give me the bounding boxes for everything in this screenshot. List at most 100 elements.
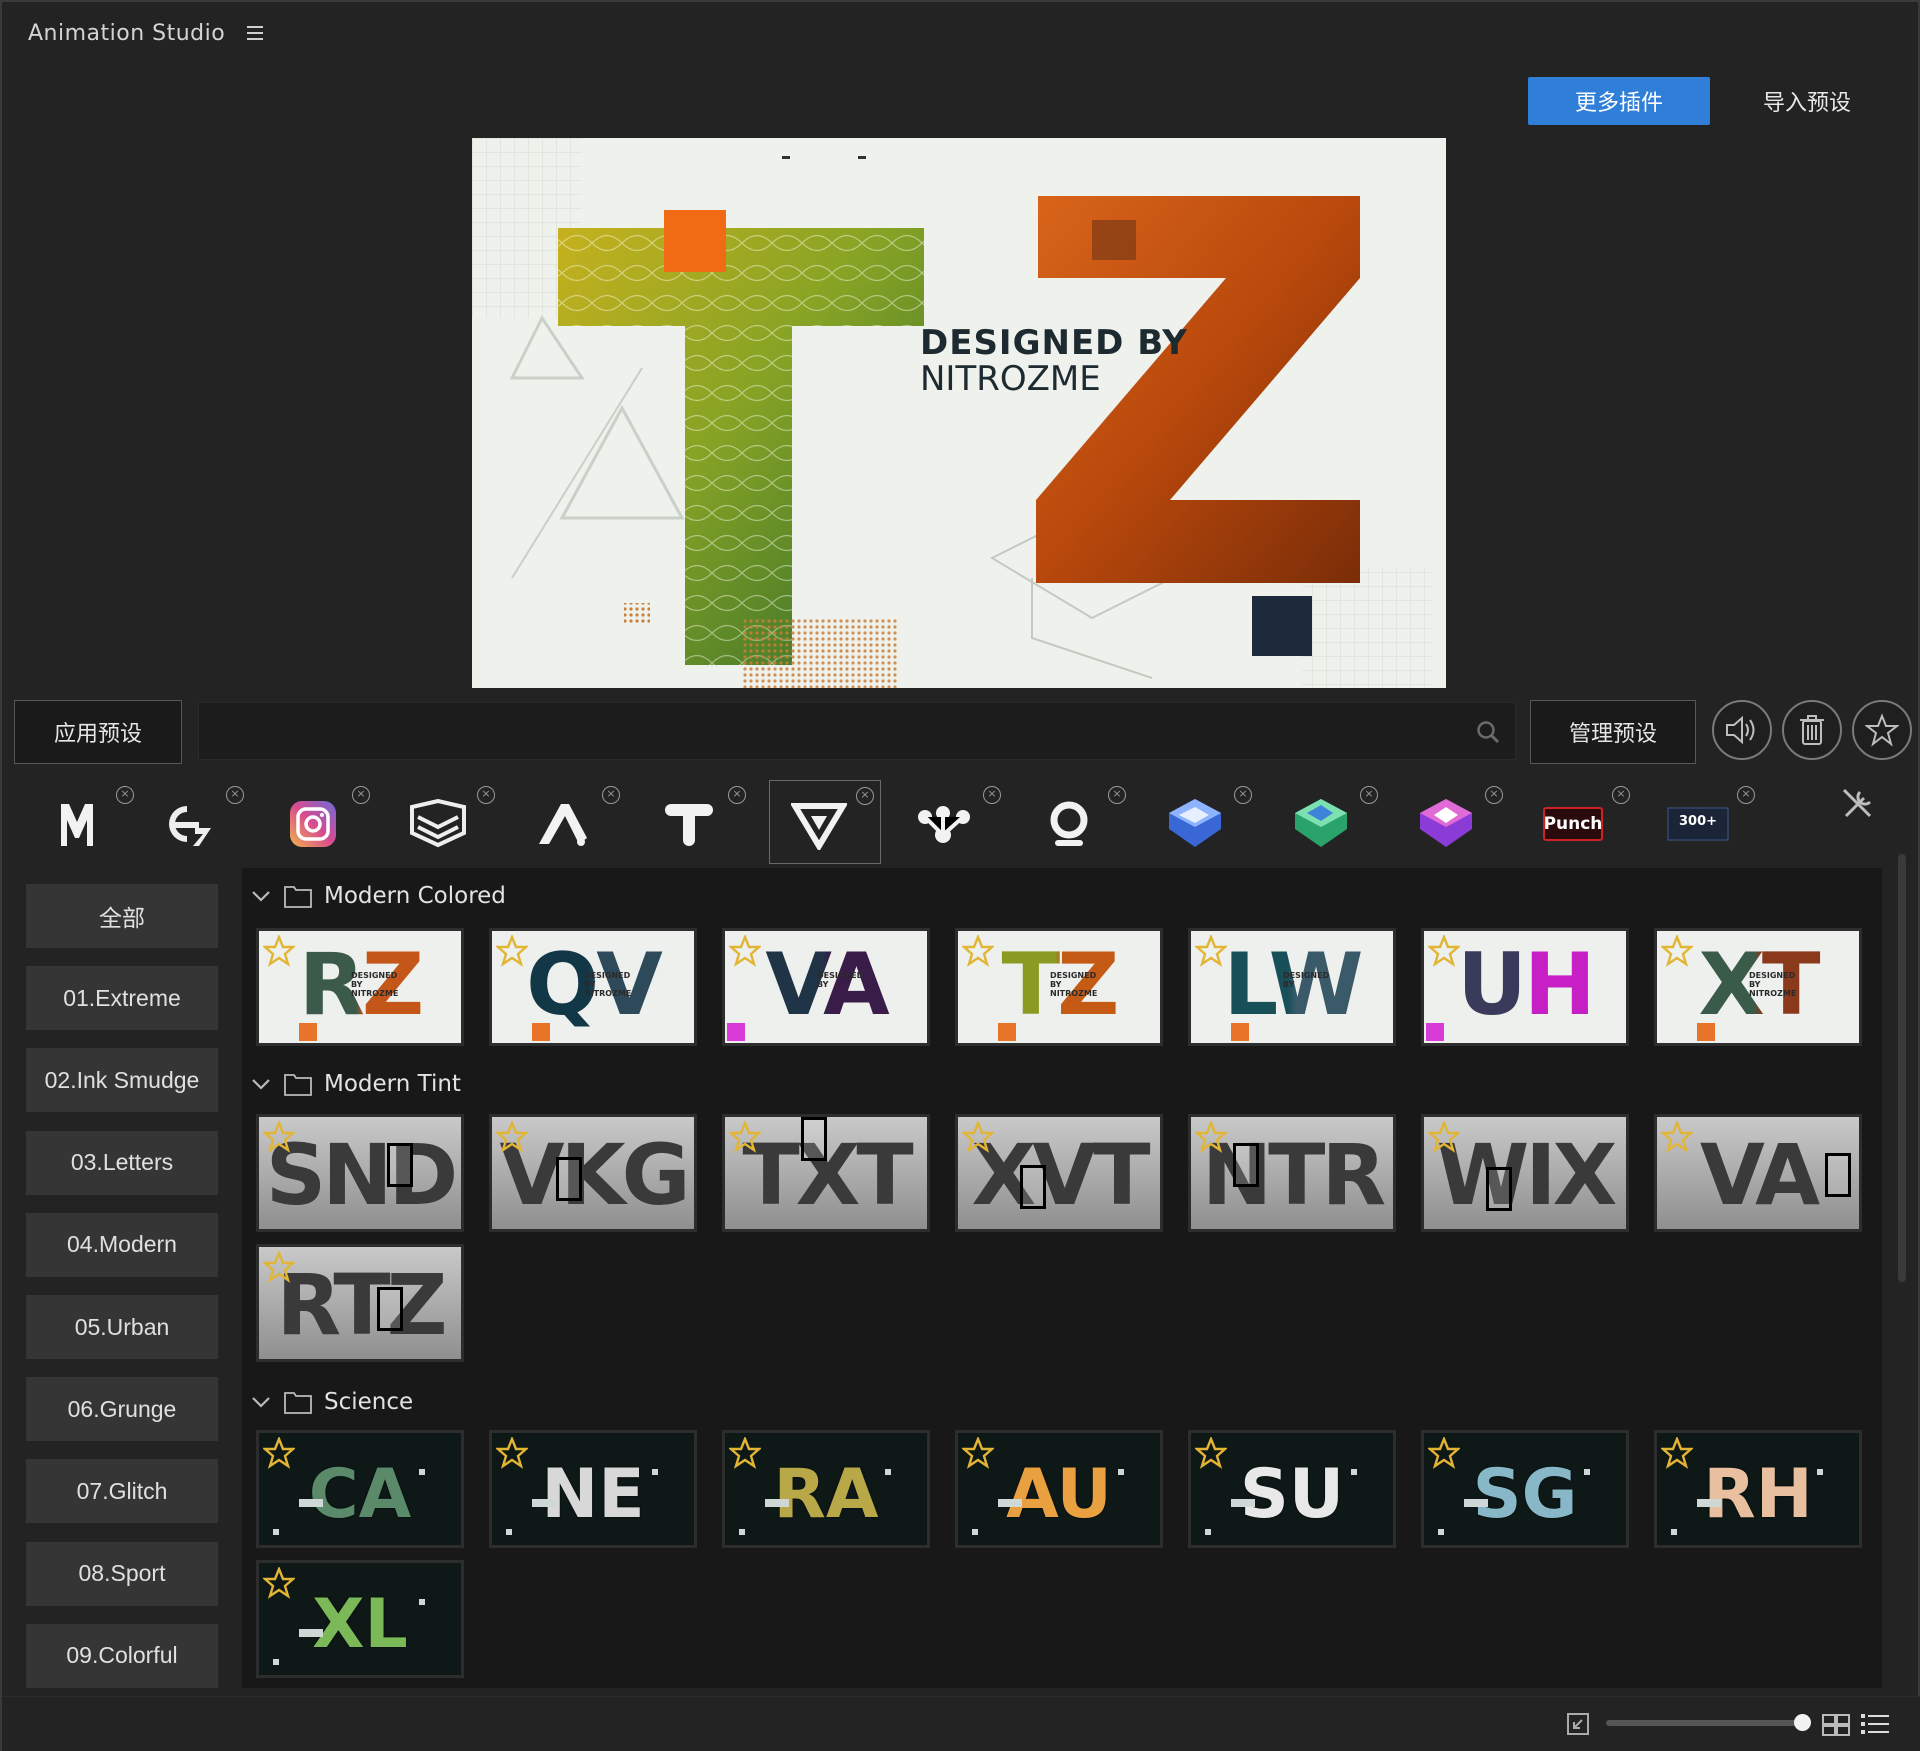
remove-plugin-icon[interactable]: ×	[1108, 786, 1126, 804]
collapse-icon[interactable]	[1566, 1712, 1590, 1736]
preset-thumbnail[interactable]: SG	[1421, 1430, 1629, 1548]
search-input[interactable]	[199, 703, 1515, 759]
favorite-star-icon[interactable]	[1659, 933, 1695, 967]
preset-thumbnail[interactable]: XVT	[955, 1114, 1163, 1232]
remove-plugin-icon[interactable]: ×	[1737, 786, 1755, 804]
remove-plugin-icon[interactable]: ×	[477, 786, 495, 804]
plugin-tab-13[interactable]: Punch ×	[1524, 780, 1636, 864]
sound-toggle-button[interactable]	[1712, 700, 1772, 760]
favorite-star-icon[interactable]	[727, 933, 763, 967]
plugin-tab-9[interactable]: ×	[1020, 780, 1132, 864]
remove-plugin-icon[interactable]: ×	[1234, 786, 1252, 804]
list-view-icon[interactable]	[1860, 1712, 1890, 1736]
favorite-star-icon[interactable]	[1659, 1435, 1695, 1469]
category-button[interactable]: 04.Modern	[26, 1212, 218, 1277]
apply-preset-button[interactable]: 应用预设	[14, 700, 182, 764]
category-button[interactable]: 08.Sport	[26, 1541, 218, 1606]
plugin-tab-6[interactable]: ×	[640, 780, 752, 864]
zoom-slider-handle[interactable]	[1794, 1714, 1811, 1731]
remove-plugin-icon[interactable]: ×	[1360, 786, 1378, 804]
category-button[interactable]: 07.Glitch	[26, 1459, 218, 1524]
remove-plugin-icon[interactable]: ×	[856, 787, 874, 805]
favorite-star-icon[interactable]	[1426, 1435, 1462, 1469]
plugin-tab-10[interactable]: ×	[1146, 780, 1258, 864]
plugin-tab-11[interactable]: ×	[1272, 780, 1384, 864]
preset-thumbnail[interactable]: SND	[256, 1114, 464, 1232]
plugin-tab-3[interactable]: ×	[264, 780, 376, 864]
favorite-star-icon[interactable]	[1193, 1119, 1229, 1153]
favorite-star-icon[interactable]	[1193, 1435, 1229, 1469]
group-header[interactable]: Science	[250, 1384, 413, 1420]
chevron-down-icon[interactable]	[250, 885, 272, 907]
preset-thumbnail[interactable]: RA	[722, 1430, 930, 1548]
favorite-button[interactable]	[1852, 700, 1912, 760]
favorite-star-icon[interactable]	[494, 1119, 530, 1153]
delete-button[interactable]	[1782, 700, 1842, 760]
preset-thumbnail[interactable]: DESIGNED BY NITROZME QV	[489, 928, 697, 1046]
favorite-star-icon[interactable]	[727, 1119, 763, 1153]
preset-thumbnail[interactable]: RH	[1654, 1430, 1862, 1548]
remove-plugin-icon[interactable]: ×	[1485, 786, 1503, 804]
category-button[interactable]: 02.Ink Smudge	[26, 1048, 218, 1113]
remove-plugin-icon[interactable]: ×	[116, 786, 134, 804]
favorite-star-icon[interactable]	[261, 1565, 297, 1599]
menu-hamburger-icon[interactable]	[247, 26, 264, 40]
favorite-star-icon[interactable]	[960, 1119, 996, 1153]
preset-thumbnail[interactable]: DESIGNED BY LW	[1188, 928, 1396, 1046]
preset-thumbnail[interactable]: DESIGNED BY NITROZME XT	[1654, 928, 1862, 1046]
favorite-star-icon[interactable]	[261, 1435, 297, 1469]
more-plugins-button[interactable]: 更多插件	[1528, 77, 1710, 125]
group-header[interactable]: Modern Colored	[250, 878, 506, 914]
scrollbar-thumb[interactable]	[1898, 854, 1906, 1282]
plugin-tab-2[interactable]: ×	[138, 780, 250, 864]
remove-plugin-icon[interactable]: ×	[602, 786, 620, 804]
favorite-star-icon[interactable]	[1659, 1119, 1695, 1153]
tools-settings-icon[interactable]	[1838, 784, 1878, 824]
grid-view-icon[interactable]	[1822, 1714, 1850, 1736]
preset-thumbnail[interactable]: VA	[1654, 1114, 1862, 1232]
favorite-star-icon[interactable]	[960, 933, 996, 967]
preset-thumbnail[interactable]: NE	[489, 1430, 697, 1548]
group-header[interactable]: Modern Tint	[250, 1066, 461, 1102]
favorite-star-icon[interactable]	[727, 1435, 763, 1469]
favorite-star-icon[interactable]	[1426, 1119, 1462, 1153]
category-button[interactable]: 06.Grunge	[26, 1377, 218, 1442]
chevron-down-icon[interactable]	[250, 1391, 272, 1413]
preset-thumbnail[interactable]: DESIGNED BY NITROZME RZ	[256, 928, 464, 1046]
chevron-down-icon[interactable]	[250, 1073, 272, 1095]
preset-thumbnail[interactable]: CA	[256, 1430, 464, 1548]
favorite-star-icon[interactable]	[261, 933, 297, 967]
category-button[interactable]: 03.Letters	[26, 1130, 218, 1195]
preset-thumbnail[interactable]: VKG	[489, 1114, 697, 1232]
remove-plugin-icon[interactable]: ×	[226, 786, 244, 804]
plugin-tab-12[interactable]: ×	[1397, 780, 1509, 864]
import-preset-button[interactable]: 导入预设	[1732, 77, 1882, 125]
favorite-star-icon[interactable]	[960, 1435, 996, 1469]
preset-thumbnail[interactable]: TXT	[722, 1114, 930, 1232]
remove-plugin-icon[interactable]: ×	[1612, 786, 1630, 804]
search-icon[interactable]	[1475, 719, 1501, 745]
manage-preset-button[interactable]: 管理预设	[1530, 700, 1696, 764]
plugin-tab-1[interactable]: ×	[28, 780, 140, 864]
preset-thumbnail[interactable]: DESIGNED BY VA	[722, 928, 930, 1046]
plugin-tab-7[interactable]: ×	[769, 780, 881, 864]
preset-thumbnail[interactable]: XL	[256, 1560, 464, 1678]
remove-plugin-icon[interactable]: ×	[352, 786, 370, 804]
plugin-tab-8[interactable]: ×	[895, 780, 1007, 864]
favorite-star-icon[interactable]	[1426, 933, 1462, 967]
favorite-star-icon[interactable]	[494, 1435, 530, 1469]
category-button[interactable]: 全部	[26, 884, 218, 948]
preset-thumbnail[interactable]: NTR	[1188, 1114, 1396, 1232]
preset-thumbnail[interactable]: WIX	[1421, 1114, 1629, 1232]
plugin-tab-14[interactable]: 300+ ×	[1649, 780, 1761, 864]
plugin-tab-5[interactable]: ×	[514, 780, 626, 864]
preset-thumbnail[interactable]: SU	[1188, 1430, 1396, 1548]
preset-thumbnail[interactable]: UH	[1421, 928, 1629, 1046]
category-button[interactable]: 01.Extreme	[26, 966, 218, 1031]
preset-thumbnail[interactable]: RTZ	[256, 1244, 464, 1362]
category-button[interactable]: 05.Urban	[26, 1295, 218, 1359]
favorite-star-icon[interactable]	[1193, 933, 1229, 967]
preset-thumbnail[interactable]: DESIGNED BY NITROZME TZ	[955, 928, 1163, 1046]
favorite-star-icon[interactable]	[261, 1119, 297, 1153]
remove-plugin-icon[interactable]: ×	[728, 786, 746, 804]
